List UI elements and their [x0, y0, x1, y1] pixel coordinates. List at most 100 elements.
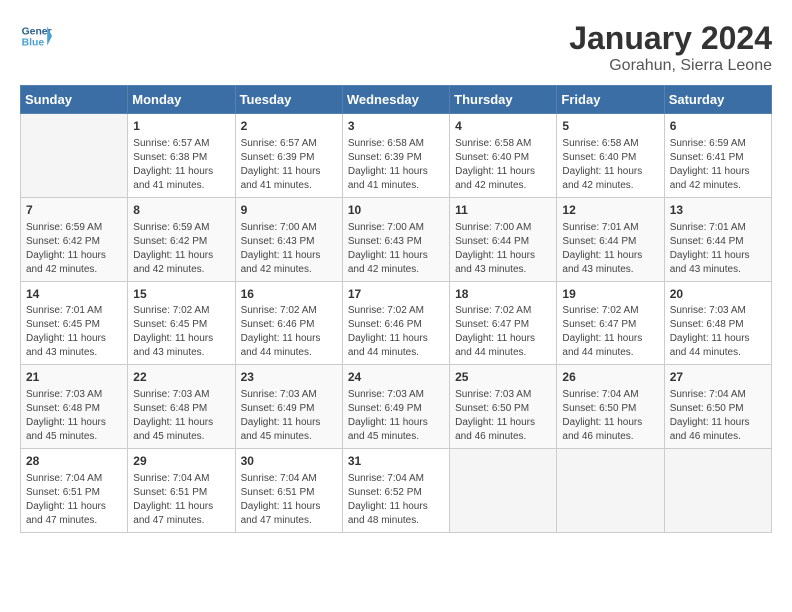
calendar-cell: 14Sunrise: 7:01 AMSunset: 6:45 PMDayligh…: [21, 281, 128, 365]
calendar-cell: 31 Sunrise: 7:04 AMSunset: 6:52 PMDayligh…: [342, 449, 449, 533]
calendar-cell: [664, 449, 771, 533]
day-info: Sunrise: 6:57 AMSunset: 6:38 PMDaylight:…: [133, 137, 229, 193]
day-info: Sunrise: 7:02 AMSunset: 6:47 PMDaylight:…: [562, 304, 658, 360]
day-number: 12: [562, 202, 658, 219]
calendar-cell: 2 Sunrise: 6:57 AMSunset: 6:39 PMDaylight…: [235, 114, 342, 198]
calendar-cell: 5 Sunrise: 6:58 AMSunset: 6:40 PMDaylight…: [557, 114, 664, 198]
day-number: 29: [133, 453, 229, 470]
page-header: General Blue January 2024 Gorahun, Sierr…: [20, 20, 772, 75]
day-number: 14: [26, 286, 122, 303]
calendar-cell: 4 Sunrise: 6:58 AMSunset: 6:40 PMDaylight…: [450, 114, 557, 198]
day-info: Sunrise: 6:57 AMSunset: 6:39 PMDaylight:…: [241, 137, 337, 193]
calendar-week-row: 28 Sunrise: 7:04 AMSunset: 6:51 PMDayligh…: [21, 449, 772, 533]
calendar-cell: 18Sunrise: 7:02 AMSunset: 6:47 PMDayligh…: [450, 281, 557, 365]
calendar-cell: 26Sunrise: 7:04 AMSunset: 6:50 PMDayligh…: [557, 365, 664, 449]
calendar-cell: 16Sunrise: 7:02 AMSunset: 6:46 PMDayligh…: [235, 281, 342, 365]
calendar-cell: [450, 449, 557, 533]
calendar-cell: 22Sunrise: 7:03 AMSunset: 6:48 PMDayligh…: [128, 365, 235, 449]
weekday-header-friday: Friday: [557, 86, 664, 114]
day-info: Sunrise: 7:03 AMSunset: 6:49 PMDaylight:…: [241, 388, 337, 444]
day-info: Sunrise: 7:04 AMSunset: 6:52 PMDaylight:…: [348, 472, 444, 528]
day-info: Sunrise: 6:59 AMSunset: 6:42 PMDaylight:…: [26, 221, 122, 277]
day-number: 11: [455, 202, 551, 219]
day-number: 5: [562, 118, 658, 135]
calendar-week-row: 7Sunrise: 6:59 AMSunset: 6:42 PMDaylight…: [21, 197, 772, 281]
weekday-header-thursday: Thursday: [450, 86, 557, 114]
day-info: Sunrise: 7:01 AMSunset: 6:44 PMDaylight:…: [670, 221, 766, 277]
day-number: 15: [133, 286, 229, 303]
day-number: 16: [241, 286, 337, 303]
weekday-header-row: SundayMondayTuesdayWednesdayThursdayFrid…: [21, 86, 772, 114]
calendar-cell: 13 Sunrise: 7:01 AMSunset: 6:44 PMDayligh…: [664, 197, 771, 281]
weekday-header-sunday: Sunday: [21, 86, 128, 114]
day-number: 26: [562, 369, 658, 386]
calendar-cell: 25 Sunrise: 7:03 AMSunset: 6:50 PMDayligh…: [450, 365, 557, 449]
weekday-header-monday: Monday: [128, 86, 235, 114]
day-info: Sunrise: 6:58 AMSunset: 6:39 PMDaylight:…: [348, 137, 444, 193]
day-number: 31: [348, 453, 444, 470]
calendar-cell: 23 Sunrise: 7:03 AMSunset: 6:49 PMDayligh…: [235, 365, 342, 449]
day-info: Sunrise: 7:01 AMSunset: 6:45 PMDaylight:…: [26, 304, 122, 360]
day-number: 6: [670, 118, 766, 135]
calendar-cell: 20Sunrise: 7:03 AMSunset: 6:48 PMDayligh…: [664, 281, 771, 365]
weekday-header-saturday: Saturday: [664, 86, 771, 114]
day-number: 1: [133, 118, 229, 135]
calendar-cell: 21Sunrise: 7:03 AMSunset: 6:48 PMDayligh…: [21, 365, 128, 449]
calendar-cell: 9Sunrise: 7:00 AMSunset: 6:43 PMDaylight…: [235, 197, 342, 281]
day-info: Sunrise: 7:04 AMSunset: 6:51 PMDaylight:…: [241, 472, 337, 528]
day-info: Sunrise: 7:04 AMSunset: 6:50 PMDaylight:…: [670, 388, 766, 444]
day-info: Sunrise: 7:03 AMSunset: 6:50 PMDaylight:…: [455, 388, 551, 444]
day-number: 25: [455, 369, 551, 386]
day-number: 2: [241, 118, 337, 135]
calendar-week-row: 14Sunrise: 7:01 AMSunset: 6:45 PMDayligh…: [21, 281, 772, 365]
calendar-cell: [557, 449, 664, 533]
day-number: 22: [133, 369, 229, 386]
svg-text:Blue: Blue: [22, 38, 45, 49]
calendar-cell: 27 Sunrise: 7:04 AMSunset: 6:50 PMDayligh…: [664, 365, 771, 449]
day-number: 28: [26, 453, 122, 470]
day-info: Sunrise: 7:04 AMSunset: 6:51 PMDaylight:…: [26, 472, 122, 528]
day-info: Sunrise: 6:59 AMSunset: 6:41 PMDaylight:…: [670, 137, 766, 193]
calendar-cell: 6 Sunrise: 6:59 AMSunset: 6:41 PMDaylight…: [664, 114, 771, 198]
calendar-table: SundayMondayTuesdayWednesdayThursdayFrid…: [20, 85, 772, 533]
logo: General Blue: [20, 20, 52, 52]
day-number: 23: [241, 369, 337, 386]
calendar-cell: 3 Sunrise: 6:58 AMSunset: 6:39 PMDaylight…: [342, 114, 449, 198]
calendar-cell: 12 Sunrise: 7:01 AMSunset: 6:44 PMDayligh…: [557, 197, 664, 281]
calendar-cell: [21, 114, 128, 198]
logo-icon: General Blue: [20, 20, 52, 52]
day-info: Sunrise: 7:02 AMSunset: 6:46 PMDaylight:…: [348, 304, 444, 360]
day-number: 20: [670, 286, 766, 303]
day-info: Sunrise: 7:00 AMSunset: 6:44 PMDaylight:…: [455, 221, 551, 277]
day-info: Sunrise: 7:03 AMSunset: 6:48 PMDaylight:…: [670, 304, 766, 360]
day-number: 21: [26, 369, 122, 386]
calendar-week-row: 1 Sunrise: 6:57 AMSunset: 6:38 PMDaylight…: [21, 114, 772, 198]
day-number: 4: [455, 118, 551, 135]
day-info: Sunrise: 7:01 AMSunset: 6:44 PMDaylight:…: [562, 221, 658, 277]
calendar-cell: 30Sunrise: 7:04 AMSunset: 6:51 PMDayligh…: [235, 449, 342, 533]
calendar-cell: 29Sunrise: 7:04 AMSunset: 6:51 PMDayligh…: [128, 449, 235, 533]
day-number: 10: [348, 202, 444, 219]
calendar-cell: 1 Sunrise: 6:57 AMSunset: 6:38 PMDaylight…: [128, 114, 235, 198]
weekday-header-tuesday: Tuesday: [235, 86, 342, 114]
day-info: Sunrise: 6:58 AMSunset: 6:40 PMDaylight:…: [562, 137, 658, 193]
calendar-cell: 15Sunrise: 7:02 AMSunset: 6:45 PMDayligh…: [128, 281, 235, 365]
day-info: Sunrise: 6:59 AMSunset: 6:42 PMDaylight:…: [133, 221, 229, 277]
day-number: 9: [241, 202, 337, 219]
day-info: Sunrise: 6:58 AMSunset: 6:40 PMDaylight:…: [455, 137, 551, 193]
calendar-cell: 11 Sunrise: 7:00 AMSunset: 6:44 PMDayligh…: [450, 197, 557, 281]
day-number: 3: [348, 118, 444, 135]
day-number: 27: [670, 369, 766, 386]
day-info: Sunrise: 7:00 AMSunset: 6:43 PMDaylight:…: [348, 221, 444, 277]
weekday-header-wednesday: Wednesday: [342, 86, 449, 114]
calendar-cell: 7Sunrise: 6:59 AMSunset: 6:42 PMDaylight…: [21, 197, 128, 281]
day-number: 17: [348, 286, 444, 303]
calendar-subtitle: Gorahun, Sierra Leone: [569, 57, 772, 75]
day-info: Sunrise: 7:02 AMSunset: 6:45 PMDaylight:…: [133, 304, 229, 360]
calendar-cell: 17Sunrise: 7:02 AMSunset: 6:46 PMDayligh…: [342, 281, 449, 365]
day-number: 13: [670, 202, 766, 219]
title-section: January 2024 Gorahun, Sierra Leone: [569, 20, 772, 75]
calendar-title: January 2024: [569, 20, 772, 57]
calendar-cell: 24Sunrise: 7:03 AMSunset: 6:49 PMDayligh…: [342, 365, 449, 449]
day-info: Sunrise: 7:02 AMSunset: 6:47 PMDaylight:…: [455, 304, 551, 360]
